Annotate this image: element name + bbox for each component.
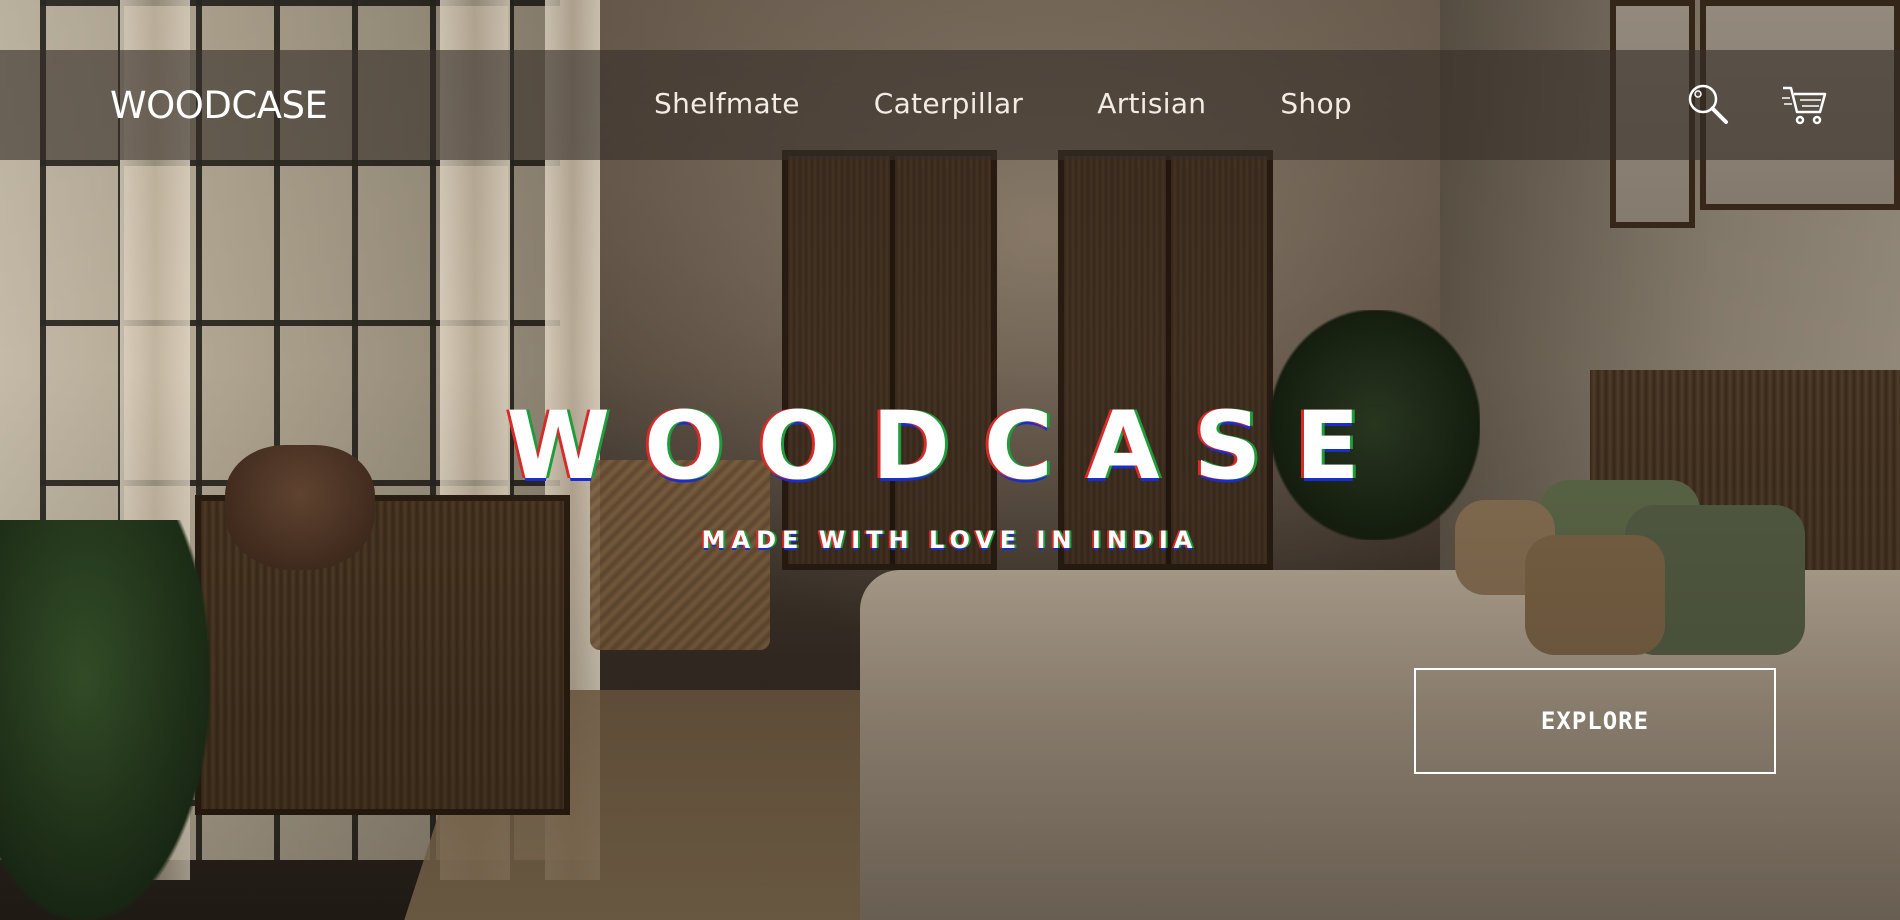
nav-link-shelfmate[interactable]: Shelfmate [654,87,800,120]
hero-subtitle: MADE WITH LOVE IN INDIA [701,526,1199,554]
explore-button[interactable]: EXPLORE [1414,668,1776,774]
top-navbar: WOODCASE Shelfmate Caterpillar Artisian … [0,50,1900,160]
search-icon[interactable] [1684,80,1732,128]
hero-title: WOODCASE [506,392,1394,501]
hero-section: WOODCASE Shelfmate Caterpillar Artisian … [0,0,1900,920]
nav-link-artisian[interactable]: Artisian [1097,87,1206,120]
nav-links: Shelfmate Caterpillar Artisian Shop [654,87,1352,120]
brand-logo[interactable]: WOODCASE [110,84,328,127]
nav-link-shop[interactable]: Shop [1280,87,1352,120]
nav-link-caterpillar[interactable]: Caterpillar [874,87,1024,120]
cart-icon[interactable] [1780,80,1828,128]
